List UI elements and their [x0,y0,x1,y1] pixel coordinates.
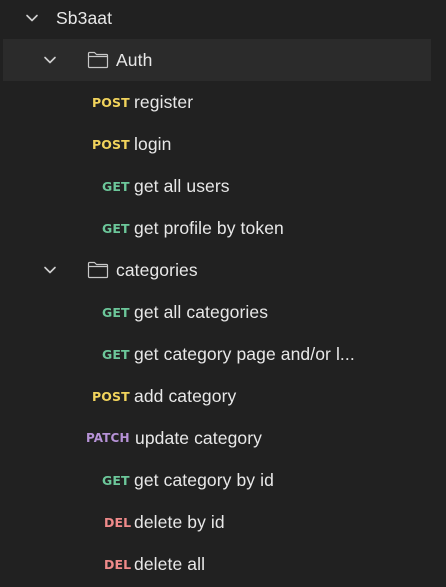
collection-row-sb3aat[interactable]: Sb3aat [0,0,446,39]
method-badge-get: GET [102,220,130,236]
request-row[interactable]: GET get all users [0,165,446,207]
request-name: add category [134,385,237,406]
request-row[interactable]: POST add category [0,375,446,417]
folder-row-categories[interactable]: categories [0,249,446,291]
request-name: get all users [134,175,230,196]
method-badge-post: POST [92,136,130,152]
request-name: get all categories [134,301,269,322]
method-badge-get: GET [102,472,130,488]
method-badge-get: GET [102,178,130,194]
request-row[interactable]: POST login [0,123,446,165]
request-row[interactable]: DEL delete by id [0,501,446,543]
request-name: delete all [134,553,206,574]
method-badge-patch: PATCH [86,431,130,445]
request-row[interactable]: GET get profile by token [0,207,446,249]
request-row[interactable]: DEL delete all [0,543,446,585]
folder-icon [87,261,109,279]
request-name: register [134,91,194,112]
request-name: get category by id [134,469,274,490]
request-name: get category page and/or l... [134,343,355,364]
method-badge-post: POST [92,94,130,110]
method-badge-del: DEL [104,514,132,530]
collection-tree: Sb3aat Auth POST register POST login GET… [0,0,446,587]
method-badge-get: GET [102,346,130,362]
request-name: login [134,133,172,154]
folder-row-auth[interactable]: Auth [3,39,431,81]
method-badge-post: POST [92,388,130,404]
method-badge-del: DEL [104,556,132,572]
request-row[interactable]: GET get category page and/or l... [0,333,446,375]
request-name: update category [135,427,263,448]
folder-icon [87,51,109,69]
chevron-down-icon[interactable] [43,53,57,67]
request-row[interactable]: POST register [0,81,446,123]
folder-name: categories [116,259,198,280]
folder-name: Auth [116,49,153,70]
request-row[interactable]: GET get category by id [0,459,446,501]
request-row[interactable]: GET get all categories [0,291,446,333]
chevron-down-icon[interactable] [25,11,39,25]
request-row[interactable]: PATCH update category [0,417,446,459]
method-badge-get: GET [102,304,130,320]
request-name: get profile by token [134,217,284,238]
collection-name: Sb3aat [56,7,113,28]
chevron-down-icon[interactable] [43,263,57,277]
request-name: delete by id [134,511,225,532]
